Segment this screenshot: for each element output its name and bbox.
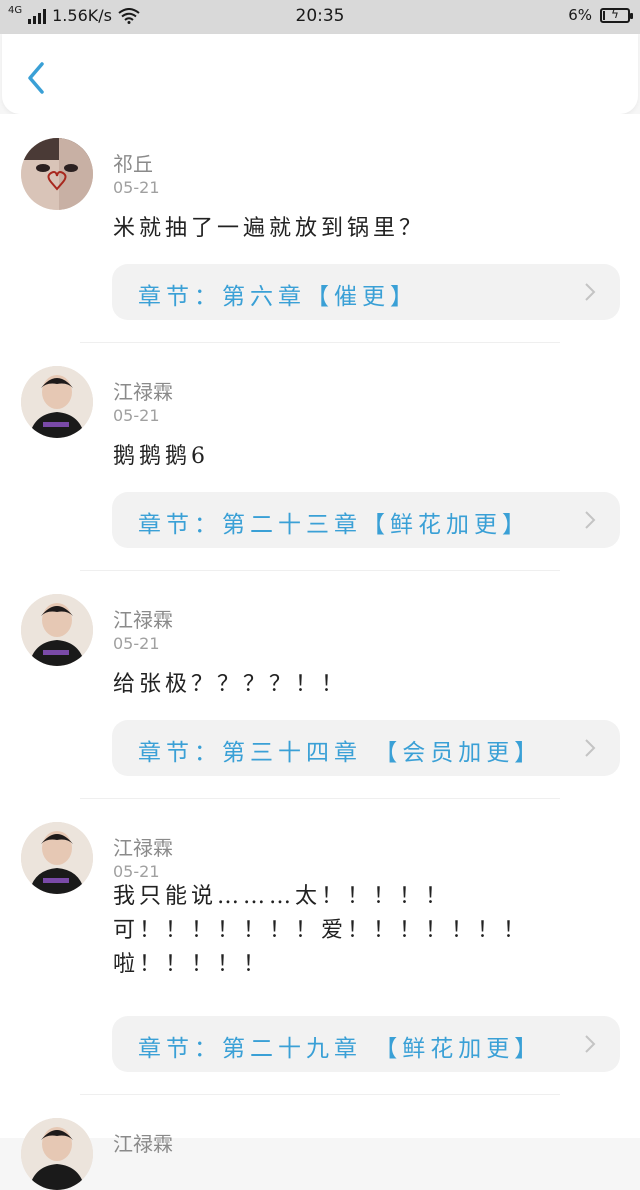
comment-date: 05-21 <box>113 862 160 881</box>
chapter-link[interactable]: 章节：第三十四章 【会员加更】 <box>112 720 620 776</box>
chapter-link[interactable]: 章节：第二十三章【鲜花加更】 <box>112 492 620 548</box>
avatar-image <box>21 822 93 894</box>
chapter-label: 章节：第二十九章 【鲜花加更】 <box>138 1036 543 1062</box>
username[interactable]: 江禄霖 <box>113 376 173 405</box>
chapter-link[interactable]: 章节：第六章【催更】 <box>112 264 620 320</box>
chevron-right-icon <box>585 739 596 757</box>
chevron-left-icon[interactable] <box>22 58 52 98</box>
avatar[interactable] <box>21 822 93 894</box>
avatar-image <box>21 138 93 210</box>
comment-text: 给张极？？？？！！ <box>113 668 347 702</box>
comment-text: 我只能说………太！！！！！ 可！！！！！！！爱！！！！！！！ 啦！！！！！ <box>113 880 529 982</box>
avatar[interactable] <box>21 594 93 666</box>
chevron-right-icon <box>585 511 596 529</box>
avatar-image <box>21 366 93 438</box>
chapter-link[interactable]: 章节：第二十九章 【鲜花加更】 <box>112 1016 620 1072</box>
comment-feed: 祁丘 05-21 米就抽了一遍就放到锅里？ 章节：第六章【催更】 江禄霖 05-… <box>0 114 640 1190</box>
username[interactable]: 江禄霖 <box>113 604 173 633</box>
comment-line: 可！！！！！！！爱！！！！！！！ <box>113 918 530 943</box>
battery-icon: ϟ <box>600 6 633 23</box>
chapter-label: 章节：第六章【催更】 <box>138 284 418 310</box>
comment-text: 米就抽了一遍就放到锅里？ <box>113 212 425 246</box>
nav-bar <box>2 34 638 114</box>
avatar-image <box>21 594 93 666</box>
comment-line: 我只能说………太！！！！！ <box>113 884 452 909</box>
battery-percent: 6% <box>568 6 592 24</box>
divider <box>80 570 560 571</box>
status-right: 6% ϟ <box>568 6 633 24</box>
avatar-image <box>21 1118 93 1190</box>
avatar[interactable] <box>21 138 93 210</box>
username[interactable]: 江禄霖 <box>113 832 173 861</box>
chevron-right-icon <box>585 1035 596 1053</box>
chevron-right-icon <box>585 283 596 301</box>
username[interactable]: 江禄霖 <box>113 1128 173 1157</box>
comment-date: 05-21 <box>113 178 160 197</box>
chapter-label: 章节：第三十四章 【会员加更】 <box>138 740 543 766</box>
comment-line: 啦！！！！！ <box>113 952 270 977</box>
comment-date: 05-21 <box>113 634 160 653</box>
divider <box>80 798 560 799</box>
comment-line: 鹅鹅鹅6 <box>113 444 209 469</box>
comment-text: 鹅鹅鹅6 <box>113 440 209 474</box>
username[interactable]: 祁丘 <box>113 148 153 177</box>
comment-date: 05-21 <box>113 406 160 425</box>
charging-icon: ϟ <box>611 6 619 21</box>
avatar[interactable] <box>21 1118 93 1190</box>
status-bar: 4G 1.56K/s 20:35 6% ϟ <box>0 0 640 34</box>
comment-line: 米就抽了一遍就放到锅里？ <box>113 216 426 241</box>
comment-line: 给张极？？？？！！ <box>113 672 348 697</box>
divider <box>80 342 560 343</box>
avatar[interactable] <box>21 366 93 438</box>
status-time: 20:35 <box>295 6 345 26</box>
divider <box>80 1094 560 1095</box>
chapter-label: 章节：第二十三章【鲜花加更】 <box>138 512 530 538</box>
